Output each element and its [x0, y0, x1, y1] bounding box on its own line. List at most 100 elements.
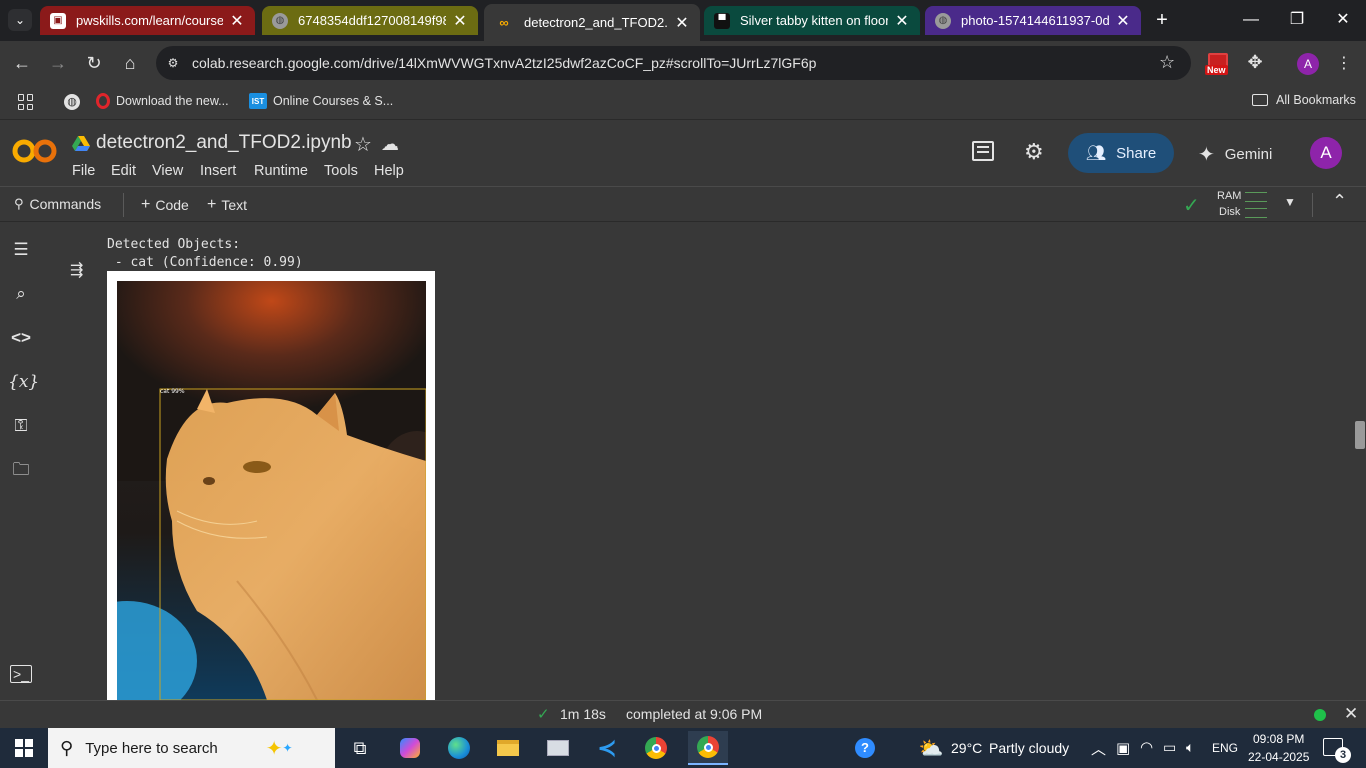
- menu-view[interactable]: View: [152, 163, 183, 179]
- settings-gear-icon[interactable]: ⚙: [1024, 139, 1044, 165]
- commands-button[interactable]: ⚲ Commands: [14, 196, 101, 212]
- notifications-button[interactable]: 3: [1323, 738, 1351, 763]
- browser-tab-photo[interactable]: ◍ photo-1574144611937-0df0 ✕: [925, 6, 1141, 35]
- wifi-icon[interactable]: ◠: [1140, 738, 1153, 756]
- close-status-icon[interactable]: ✕: [1344, 704, 1358, 724]
- resources-dropdown-icon[interactable]: ▼: [1284, 195, 1296, 209]
- execution-completed: completed at 9:06 PM: [626, 706, 763, 722]
- help-icon[interactable]: ?: [850, 734, 880, 762]
- new-tab-button[interactable]: +: [1150, 8, 1174, 32]
- battery-icon[interactable]: ▭: [1163, 739, 1176, 756]
- menu-edit[interactable]: Edit: [111, 163, 136, 179]
- comments-icon[interactable]: [972, 141, 994, 161]
- tray-chevron-up-icon[interactable]: ︿: [1091, 738, 1106, 759]
- home-button[interactable]: ⌂: [116, 49, 144, 77]
- globe-bookmark-icon[interactable]: ◍: [64, 94, 80, 110]
- menu-insert[interactable]: Insert: [200, 163, 236, 179]
- tab-search-button[interactable]: ⌄: [8, 9, 32, 31]
- collapse-header-icon[interactable]: ⌃: [1332, 191, 1347, 212]
- volume-icon[interactable]: 🔈︎: [1186, 739, 1194, 756]
- windows-start-icon[interactable]: [15, 739, 33, 757]
- browser-tab-colab[interactable]: ∞ detectron2_and_TFOD2.ipyn ✕: [484, 4, 700, 41]
- add-text-button[interactable]: + Text: [207, 196, 247, 214]
- close-icon[interactable]: ✕: [894, 11, 910, 31]
- colab-logo[interactable]: [12, 137, 58, 165]
- menu-file[interactable]: File: [72, 163, 95, 179]
- clock-time[interactable]: 09:08 PM: [1253, 732, 1304, 746]
- close-icon[interactable]: ✕: [674, 13, 690, 33]
- terminal-icon[interactable]: >_: [10, 665, 32, 683]
- address-bar[interactable]: ⚙ colab.research.google.com/drive/14lXmW…: [156, 46, 1191, 80]
- copilot-icon[interactable]: [395, 734, 425, 762]
- table-of-contents-icon[interactable]: ☰: [8, 237, 34, 263]
- clock-date[interactable]: 22-04-2025: [1248, 750, 1309, 764]
- vscode-icon[interactable]: ≺: [592, 734, 622, 762]
- output-actions-icon[interactable]: ⇶: [70, 260, 92, 280]
- variables-icon[interactable]: {x}: [8, 369, 39, 395]
- menu-help[interactable]: Help: [374, 163, 404, 179]
- output-line: - cat (Confidence: 0.99): [107, 255, 303, 270]
- code-snippets-icon[interactable]: <>: [8, 325, 34, 351]
- weather-icon[interactable]: ⛅: [916, 734, 946, 762]
- weather-description[interactable]: Partly cloudy: [989, 740, 1069, 756]
- taskbar-search[interactable]: ⚲ Type here to search ✦ ✦: [48, 728, 335, 768]
- all-bookmarks[interactable]: All Bookmarks: [1252, 93, 1356, 107]
- menu-tools[interactable]: Tools: [324, 163, 358, 179]
- reload-icon: ↻: [86, 53, 102, 73]
- close-window-button[interactable]: ✕: [1328, 8, 1358, 32]
- folder-icon: [1252, 94, 1268, 106]
- edge-browser-icon[interactable]: [444, 734, 474, 762]
- all-bookmarks-label: All Bookmarks: [1276, 93, 1356, 107]
- puzzle-icon: ✥: [1247, 52, 1263, 72]
- browser-tab-strip: ⌄ ▣ pwskills.com/learn/course/g ✕ ◍ 6748…: [0, 0, 1366, 41]
- account-avatar[interactable]: A: [1310, 137, 1342, 169]
- notebook-title[interactable]: detectron2_and_TFOD2.ipynb: [96, 132, 352, 154]
- mail-icon[interactable]: [543, 734, 573, 762]
- add-code-button[interactable]: + Code: [141, 196, 189, 214]
- profile-button[interactable]: A: [1297, 53, 1319, 75]
- bookmark-online-courses[interactable]: IST Online Courses & S...: [249, 93, 393, 109]
- plus-icon: +: [207, 196, 217, 213]
- star-icon[interactable]: ☆: [354, 132, 372, 157]
- search-highlight-icon: ✦: [265, 737, 283, 760]
- bookmark-star-icon[interactable]: ☆: [1159, 52, 1175, 73]
- forward-button[interactable]: →: [44, 49, 72, 77]
- cloud-sync-icon[interactable]: ☁: [381, 134, 399, 155]
- extension-new-badge[interactable]: New: [1205, 53, 1231, 77]
- colab-command-bar: ⚲ Commands + Code + Text ✓ RAM Disk ▼ ⌃: [0, 186, 1366, 222]
- browser-tab-image-hash[interactable]: ◍ 6748354ddf127008149f98ab ✕: [262, 6, 478, 35]
- gemini-button[interactable]: ✦ Gemini: [1198, 142, 1272, 167]
- site-info-icon[interactable]: ⚙: [164, 54, 182, 72]
- minimize-button[interactable]: —: [1236, 8, 1266, 32]
- file-explorer-icon[interactable]: [493, 734, 523, 762]
- language-indicator[interactable]: ENG: [1212, 741, 1238, 755]
- menu-runtime[interactable]: Runtime: [254, 163, 308, 179]
- resources-indicator[interactable]: RAM Disk: [1216, 189, 1268, 221]
- weather-temperature[interactable]: 29°C: [951, 740, 982, 756]
- extensions-button[interactable]: ✥: [1243, 52, 1267, 76]
- close-icon[interactable]: ✕: [229, 11, 245, 31]
- browser-menu-button[interactable]: ⋮: [1336, 52, 1352, 76]
- browser-tab-kitten[interactable]: ▀ Silver tabby kitten on floor p ✕: [704, 6, 920, 35]
- reload-button[interactable]: ↻: [80, 49, 108, 77]
- chevron-down-icon: ⌄: [14, 13, 26, 27]
- close-icon[interactable]: ✕: [452, 11, 468, 31]
- chrome-icon[interactable]: [641, 734, 671, 762]
- browser-tab-pwskills[interactable]: ▣ pwskills.com/learn/course/g ✕: [40, 6, 255, 35]
- tray-app-icon[interactable]: ▣: [1116, 739, 1130, 757]
- back-button[interactable]: ←: [8, 49, 36, 77]
- chrome-active-icon[interactable]: [688, 731, 728, 765]
- secrets-key-icon[interactable]: ⚿: [8, 413, 34, 439]
- cat-photo-render: [117, 281, 426, 700]
- files-folder-icon[interactable]: 🗀︎: [8, 457, 34, 483]
- task-view-icon[interactable]: ⧉: [345, 734, 375, 762]
- disk-label: Disk: [1219, 206, 1241, 218]
- close-icon[interactable]: ✕: [1115, 11, 1131, 31]
- find-icon[interactable]: ⌕: [8, 281, 34, 307]
- apps-grid-icon[interactable]: [18, 94, 34, 110]
- scrollbar-thumb[interactable]: [1355, 421, 1365, 449]
- bookmark-download[interactable]: Download the new...: [96, 93, 229, 109]
- connected-check-icon: ✓: [1183, 195, 1200, 217]
- restore-button[interactable]: ❐: [1282, 8, 1312, 32]
- share-button[interactable]: 👥︎ Share: [1068, 133, 1174, 173]
